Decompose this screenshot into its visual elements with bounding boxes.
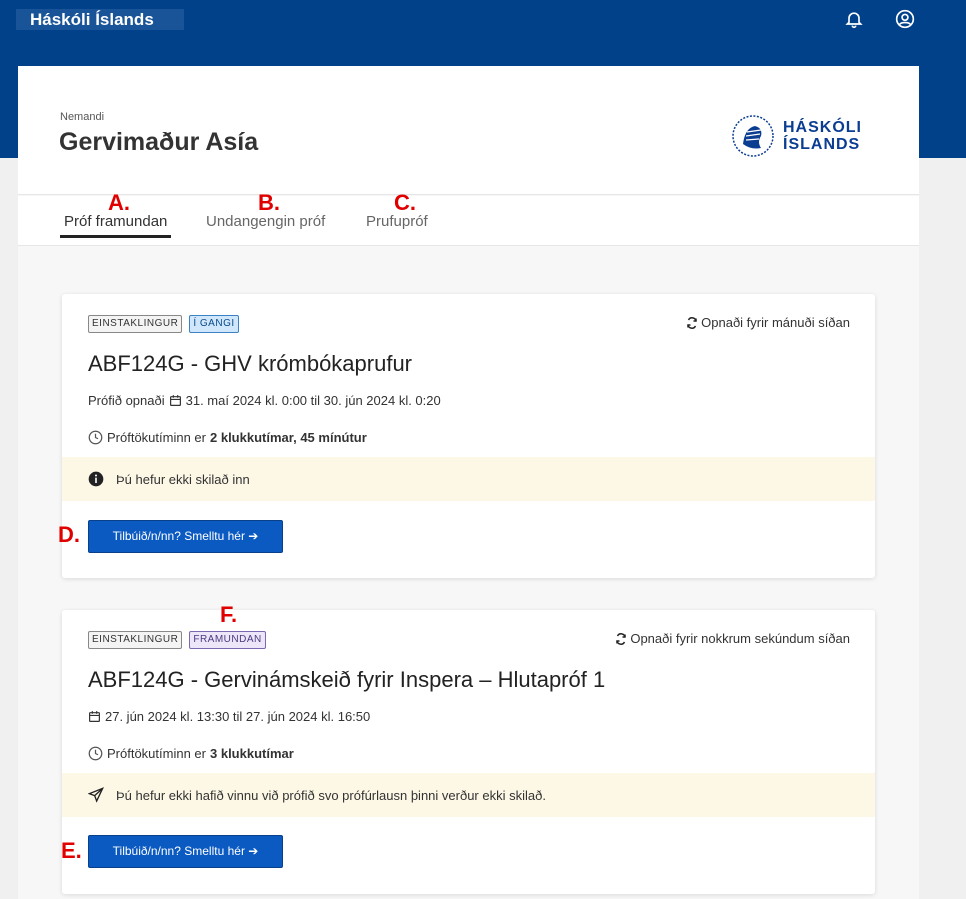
dates-text: 31. maí 2024 kl. 0:00 til 30. jún 2024 k… [185,393,441,408]
marker-b: B. [258,190,280,215]
notice-bar: Þú hefur ekki skilað inn [62,457,875,501]
button-label: Tilbúið/n/nn? Smelltu hér [112,529,245,543]
marker-c: C. [394,190,416,215]
duration-prefix: Próftökutíminn er [107,746,206,761]
type-badge: EINSTAKLINGUR [88,315,183,333]
status-badge: FRAMUNDAN [189,631,266,649]
refresh-icon [616,632,627,645]
notice-bar: Þú hefur ekki hafið vinnu við prófið svo… [62,773,875,817]
arrow-right-icon: ➔ [248,529,259,543]
badge-group: EINSTAKLINGUR FRAMUNDAN [88,631,266,649]
start-exam-button[interactable]: Tilbúið/n/nn? Smelltu hér ➔ [88,520,283,553]
exam-duration: Próftökutíminn er 2 klukkutímar, 45 mínú… [88,430,367,445]
university-logo: HÁSKÓLI ÍSLANDS [731,114,862,158]
marker-f: F. [220,602,238,627]
exam-title: ABF124G - Gervinámskeið fyrir Inspera – … [88,667,606,692]
button-label: Tilbúið/n/nn? Smelltu hér [112,844,245,858]
opened-label: Prófið opnaði [88,393,165,408]
user-circle-icon[interactable] [895,9,915,29]
role-label: Nemandi [60,111,105,123]
brand-title[interactable]: Háskóli Íslands [16,9,184,30]
opened-text: Opnaði fyrir nokkrum sekúndum síðan [630,631,850,646]
bell-icon[interactable] [844,9,864,29]
marker-d: D. [58,522,80,547]
duration-prefix: Próftökutíminn er [107,430,206,445]
type-badge: EINSTAKLINGUR [88,631,183,649]
duration-value: 3 klukkutímar [210,746,294,761]
exam-dates: 27. jún 2024 kl. 13:30 til 27. jún 2024 … [88,709,370,724]
status-badge: Í GANGI [189,315,239,333]
main-panel: Nemandi Gervimaður Asía HÁSKÓLI ÍSLANDS … [18,66,919,899]
logo-line-1: HÁSKÓLI [783,119,862,136]
student-header: Nemandi Gervimaður Asía HÁSKÓLI ÍSLANDS [18,66,919,195]
university-seal-icon [732,115,774,157]
start-exam-button[interactable]: Tilbúið/n/nn? Smelltu hér ➔ [88,835,283,868]
opened-info: Opnaði fyrir mánuði síðan [686,315,850,330]
calendar-icon [89,711,100,722]
duration-value: 2 klukkutímar, 45 mínútur [210,430,367,445]
notice-text: Þú hefur ekki hafið vinnu við prófið svo… [116,787,546,803]
dates-text: 27. jún 2024 kl. 13:30 til 27. jún 2024 … [105,709,371,724]
marker-e: E. [61,838,82,863]
opened-info: Opnaði fyrir nokkrum sekúndum síðan [615,631,850,646]
calendar-icon [169,395,181,406]
arrow-right-icon: ➔ [248,844,259,858]
refresh-icon [687,316,697,329]
exam-card: EINSTAKLINGUR FRAMUNDAN Opnaði fyrir nok… [62,610,875,894]
paper-plane-icon [88,787,104,803]
opened-text: Opnaði fyrir mánuði síðan [701,315,850,330]
tabs-bar: Próf framundan Undangengin próf Prufupró… [18,190,919,246]
notice-text: Þú hefur ekki skilað inn [116,471,250,487]
clock-icon [88,746,103,761]
marker-a: A. [108,190,130,215]
student-name: Gervimaður Asía [59,128,259,156]
exam-duration: Próftökutíminn er 3 klukkutímar [88,746,294,761]
exam-card: EINSTAKLINGUR Í GANGI Opnaði fyrir mánuð… [62,294,875,578]
exam-title: ABF124G - GHV krómbókaprufur [88,351,413,376]
exam-dates: Prófið opnaði 31. maí 2024 kl. 0:00 til … [88,393,441,408]
clock-icon [88,430,103,445]
logo-line-2: ÍSLANDS [783,136,861,153]
badge-group: EINSTAKLINGUR Í GANGI [88,315,239,333]
info-icon [88,471,104,487]
